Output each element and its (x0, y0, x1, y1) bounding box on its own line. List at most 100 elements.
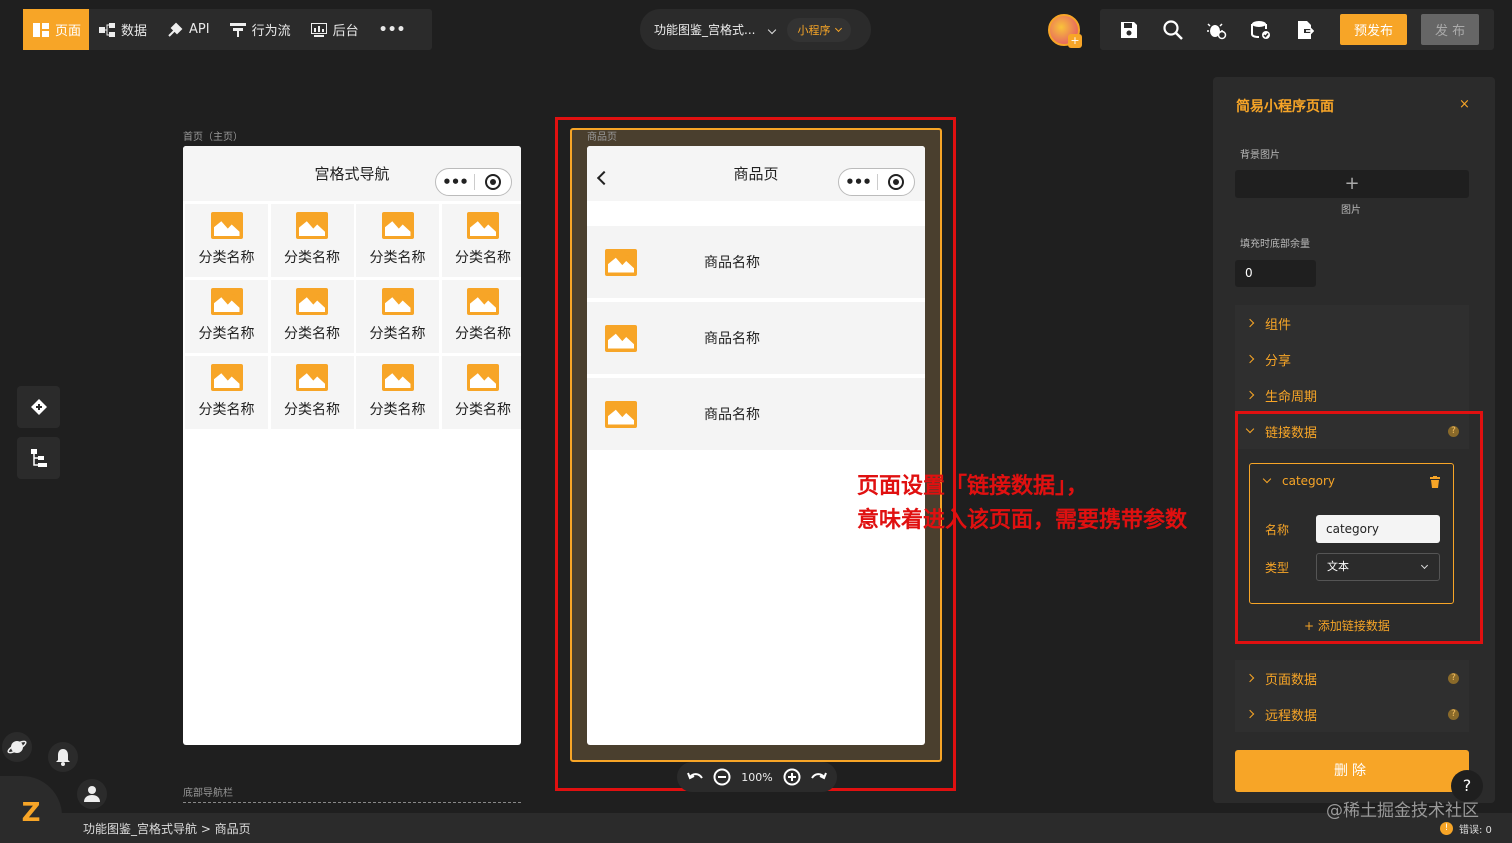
user-button[interactable] (77, 779, 107, 809)
add-collaborator-icon[interactable]: + (1068, 34, 1082, 48)
image-icon (210, 212, 243, 239)
project-selector[interactable]: 功能图鉴_宫格式... 小程序 (640, 9, 871, 50)
platform-selector[interactable]: 小程序 (787, 17, 852, 42)
planet-button[interactable] (2, 732, 32, 762)
category-name: 分类名称 (198, 402, 255, 418)
zoom-out-icon[interactable] (713, 768, 731, 786)
more-menu-button[interactable]: ••• (369, 9, 416, 50)
image-icon (381, 364, 414, 391)
help-icon[interactable]: ? (1448, 708, 1459, 720)
fill-label: 填充时底部余量 (1240, 239, 1310, 250)
chevron-right-icon (1245, 354, 1255, 364)
category-cell[interactable]: 分类名称 (441, 204, 521, 277)
tab-backend-label: 后台 (332, 24, 359, 39)
tab-data[interactable]: 数据 (89, 9, 157, 50)
section-label: 分享 (1265, 353, 1292, 369)
more-icon: ••• (378, 21, 406, 38)
section-label: 远程数据 (1265, 708, 1318, 724)
section-label: 页面数据 (1265, 672, 1318, 688)
category-cell[interactable]: 分类名称 (356, 280, 439, 353)
category-cell[interactable]: 分类名称 (356, 204, 439, 277)
image-icon (210, 288, 243, 315)
close-icon[interactable]: × (1459, 97, 1470, 112)
app-logo[interactable]: Z (0, 776, 62, 843)
zoom-level: 100% (741, 770, 773, 784)
tab-flow[interactable]: 行为流 (220, 9, 301, 50)
chevron-right-icon (1245, 318, 1255, 328)
panel-title: 简易小程序页面 (1236, 99, 1334, 115)
category-cell[interactable]: 分类名称 (185, 204, 268, 277)
close-target-icon (485, 174, 501, 190)
avatar[interactable]: + (1048, 14, 1082, 48)
database-check-icon[interactable] (1250, 19, 1272, 41)
bg-image-label: 背景图片 (1240, 150, 1280, 161)
chevron-down-icon (835, 24, 843, 32)
tab-backend[interactable]: 后台 (301, 9, 369, 50)
category-name: 分类名称 (369, 250, 426, 266)
image-icon (296, 212, 328, 239)
section-components[interactable]: 组件 (1235, 305, 1469, 341)
data-icon (99, 22, 116, 37)
prepublish-button[interactable]: 预发布 (1340, 14, 1408, 45)
publish-button[interactable]: 发 布 (1421, 14, 1480, 45)
platform-label: 小程序 (797, 23, 831, 37)
bottom-nav-label: 底部导航栏 (183, 788, 233, 799)
home-nav-bar: 宫格式导航 ••• (183, 146, 521, 201)
section-lifecycle[interactable]: 生命周期 (1235, 377, 1469, 413)
image-icon (467, 364, 499, 391)
bg-image-upload[interactable]: + (1235, 170, 1469, 198)
layer-tree-tool[interactable] (17, 437, 60, 479)
add-component-tool[interactable] (17, 386, 60, 428)
image-icon (467, 288, 499, 315)
error-count[interactable]: ! 错误: 0 (1440, 821, 1492, 836)
toolbar: 预发布 发 布 (1100, 9, 1494, 50)
tree-icon (30, 449, 47, 467)
add-component-icon (30, 399, 47, 415)
category-grid: 分类名称 分类名称 分类名称 分类名称 分类名称 分类名称 分类名称 分类名称 分类名称 分类名称… (183, 201, 521, 429)
export-icon[interactable] (1294, 19, 1316, 41)
section-remote-data[interactable]: 远程数据? (1235, 696, 1469, 732)
chevron-right-icon (1245, 673, 1255, 683)
chevron-down-icon (768, 25, 777, 34)
notification-button[interactable] (48, 742, 78, 772)
category-name: 分类名称 (455, 402, 511, 418)
tab-api[interactable]: API (157, 9, 220, 50)
category-cell[interactable]: 分类名称 (441, 280, 521, 353)
highlight-box (555, 117, 956, 791)
zoom-controls: 100% (677, 762, 837, 792)
backend-icon (310, 22, 327, 37)
section-label: 组件 (1265, 317, 1292, 333)
home-page-phone[interactable]: 宫格式导航 ••• 分类名称 分类名称 分类名称 分类名称 分类名称 分类名称 分类名称 分类… (183, 146, 521, 745)
image-icon (381, 288, 414, 315)
help-icon[interactable]: ? (1448, 672, 1459, 684)
section-share[interactable]: 分享 (1235, 341, 1469, 377)
bell-icon (56, 749, 70, 766)
category-cell[interactable]: 分类名称 (441, 356, 521, 429)
zoom-in-icon[interactable] (783, 768, 801, 786)
api-icon (168, 22, 183, 37)
category-cell[interactable]: 分类名称 (270, 204, 354, 277)
undo-icon[interactable] (687, 771, 704, 783)
annotation-line-1: 页面设置「链接数据」， (857, 474, 1089, 499)
home-title: 宫格式导航 (314, 165, 390, 183)
section-page-data[interactable]: 页面数据? (1235, 660, 1469, 696)
redo-icon[interactable] (810, 771, 827, 783)
save-icon[interactable] (1118, 19, 1140, 41)
category-cell[interactable]: 分类名称 (185, 356, 268, 429)
plus-icon: + (1344, 173, 1360, 194)
annotation-line-2: 意味着进入该页面，需要携带参数 (857, 508, 1188, 533)
category-cell[interactable]: 分类名称 (356, 356, 439, 429)
category-name: 分类名称 (455, 250, 511, 266)
page-icon (33, 22, 49, 37)
delete-button[interactable]: 删除 (1235, 750, 1469, 792)
tab-page[interactable]: 页面 (23, 9, 90, 50)
annotation-text: 页面设置「链接数据」， 意味着进入该页面，需要携带参数 (857, 470, 1187, 538)
debug-icon[interactable] (1206, 19, 1228, 41)
breadcrumb: 功能图鉴_宫格式导航 > 商品页 (83, 822, 251, 836)
search-icon[interactable] (1162, 19, 1184, 41)
category-cell[interactable]: 分类名称 (185, 280, 268, 353)
category-cell[interactable]: 分类名称 (270, 356, 354, 429)
fill-input[interactable]: 0 (1235, 260, 1316, 287)
tab-data-label: 数据 (121, 24, 148, 39)
category-cell[interactable]: 分类名称 (270, 280, 354, 353)
